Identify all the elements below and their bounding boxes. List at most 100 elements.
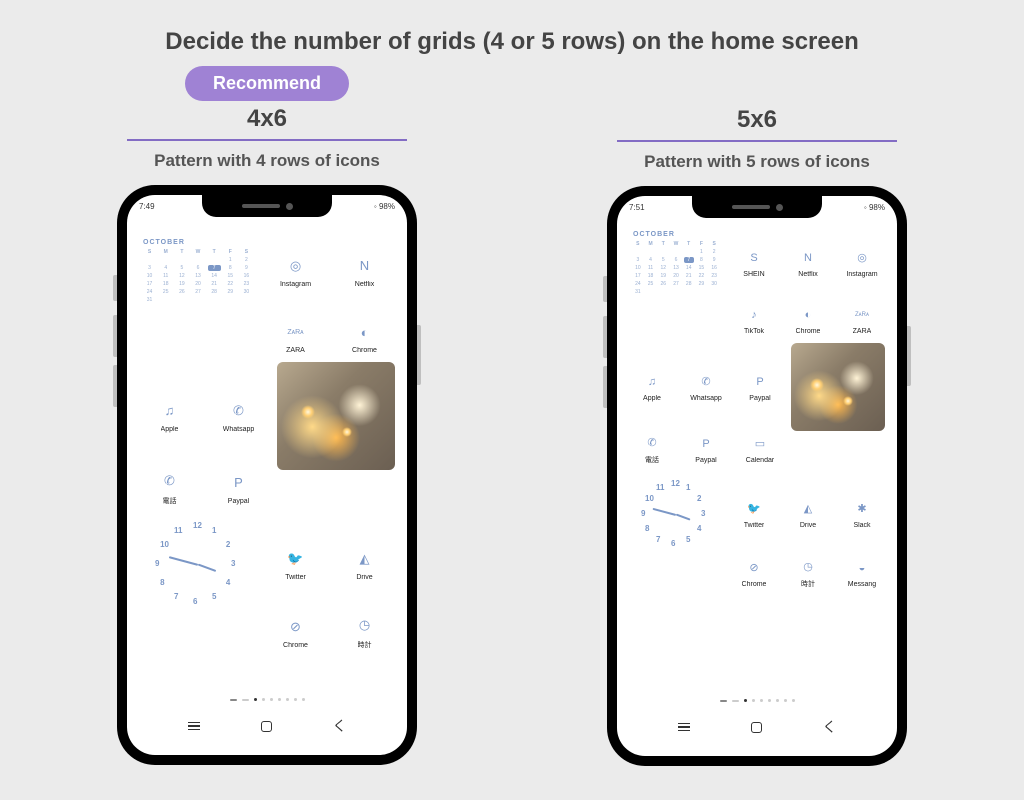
app-tiktok[interactable]: ♪TikTok <box>731 306 777 335</box>
paypal-icon: P <box>751 373 769 391</box>
power-button <box>417 325 421 385</box>
nav-back[interactable]: く <box>823 717 837 737</box>
app-twitter[interactable]: 🐦Twitter <box>731 473 777 555</box>
app-whatsapp[interactable]: ✆Whatsapp <box>208 362 269 470</box>
underline <box>617 140 897 142</box>
app-messenger[interactable]: ◒Messang <box>839 557 885 589</box>
app-whatsapp[interactable]: ✆Whatsapp <box>683 343 729 431</box>
app-instagram[interactable]: ◎Instagram <box>839 222 885 304</box>
app-calendar[interactable]: ▭Calendar <box>737 433 783 465</box>
nav-home[interactable] <box>751 722 762 733</box>
zara-icon: ZᴀRᴀ <box>285 321 307 343</box>
app-slack[interactable]: ✱Slack <box>839 473 885 555</box>
whatsapp-icon: ✆ <box>697 373 715 391</box>
volume-down <box>113 365 117 407</box>
page-indicator[interactable] <box>139 692 395 707</box>
clock-icon: ◷ <box>799 557 817 575</box>
app-clock[interactable]: ◷時計 <box>334 614 395 650</box>
phone-icon: ✆ <box>159 470 181 492</box>
app-apple-music[interactable]: ♫Apple <box>139 362 200 470</box>
slack-icon: ✱ <box>853 500 871 518</box>
nav-bar: く <box>617 708 897 752</box>
photo-widget[interactable] <box>791 343 885 431</box>
photo-widget[interactable] <box>277 362 395 470</box>
app-twitter[interactable]: 🐦Twitter <box>265 514 326 614</box>
app-zara[interactable]: ZᴀRᴀZARA <box>265 321 326 354</box>
instagram-icon: ◎ <box>853 249 871 267</box>
paypal-icon: P <box>697 435 715 453</box>
page-title: Decide the number of grids (4 or 5 rows)… <box>0 0 1024 66</box>
phone-mockup-4x6: 7:49 ◦ 98% OCTOBER SMTWTFS12345678910111… <box>117 185 417 765</box>
volume-up <box>113 315 117 357</box>
recommend-badge: Recommend <box>185 66 349 101</box>
page-indicator[interactable] <box>629 693 885 708</box>
app-netflix[interactable]: NNetflix <box>785 222 831 304</box>
side-button <box>113 275 117 301</box>
music-icon: ♫ <box>643 373 661 391</box>
app-instagram[interactable]: ◎Instagram <box>265 221 326 321</box>
underline <box>127 139 407 141</box>
home-content: OCTOBER SMTWTFS1234567891011121314151617… <box>127 217 407 707</box>
app-paypal2[interactable]: PPaypal <box>683 433 729 465</box>
calendar-icon: ▭ <box>751 435 769 453</box>
col-5x6: 5x6 Pattern with 5 rows of icons 7:51 ◦ … <box>587 66 927 766</box>
nav-back[interactable]: く <box>333 716 347 736</box>
comparison-columns: Recommend 4x6 Pattern with 4 rows of ico… <box>0 66 1024 766</box>
nav-recents[interactable] <box>678 723 690 732</box>
app-zara[interactable]: ZᴀRᴀZARA <box>839 306 885 335</box>
app-phone[interactable]: ✆電話 <box>139 470 200 506</box>
app-drive[interactable]: ◭Drive <box>334 514 395 614</box>
home-content: OCTOBER SMTWTFS1234567891011121314151617… <box>617 218 897 708</box>
pattern-desc-4x6: Pattern with 4 rows of icons <box>154 151 380 171</box>
volume-up <box>603 316 607 358</box>
nav-home[interactable] <box>261 721 272 732</box>
twitter-icon: 🐦 <box>285 548 307 570</box>
calendar-month: OCTOBER <box>633 231 719 238</box>
tiktok-icon: ♪ <box>745 306 763 324</box>
clock-widget[interactable]: 121234567891011 <box>629 473 723 555</box>
nav-bar: く <box>127 707 407 751</box>
pattern-desc-5x6: Pattern with 5 rows of icons <box>644 152 870 172</box>
status-time: 7:51 <box>629 203 645 212</box>
app-netflix[interactable]: NNetflix <box>334 221 395 321</box>
screen: 7:49 ◦ 98% OCTOBER SMTWTFS12345678910111… <box>127 195 407 755</box>
app-chrome2[interactable]: ⊘Chrome <box>265 614 326 650</box>
nav-recents[interactable] <box>188 722 200 731</box>
notch <box>202 195 332 217</box>
clock-icon: ◷ <box>354 614 376 636</box>
compass-icon: ⊘ <box>745 559 763 577</box>
app-drive[interactable]: ◭Drive <box>785 473 831 555</box>
chrome-icon: ◐ <box>799 306 817 324</box>
calendar-grid: SMTWTFS123456789101112131415161718192021… <box>633 241 719 295</box>
app-apple-music[interactable]: ♫Apple <box>629 343 675 431</box>
side-button <box>603 276 607 302</box>
app-phone[interactable]: ✆電話 <box>629 433 675 465</box>
netflix-icon: N <box>799 249 817 267</box>
app-paypal[interactable]: PPaypal <box>208 470 269 506</box>
grid-label-4x6: 4x6 <box>247 105 287 133</box>
drive-icon: ◭ <box>354 548 376 570</box>
status-time: 7:49 <box>139 202 155 211</box>
app-chrome[interactable]: ◐Chrome <box>785 306 831 335</box>
phone-icon: ✆ <box>643 433 661 451</box>
power-button <box>907 326 911 386</box>
messenger-icon: ◒ <box>853 559 871 577</box>
app-clock[interactable]: ◷時計 <box>785 557 831 589</box>
app-shein[interactable]: SSHEIN <box>731 222 777 304</box>
app-chrome[interactable]: ◐Chrome <box>334 321 395 354</box>
twitter-icon: 🐦 <box>745 500 763 518</box>
calendar-month: OCTOBER <box>143 239 253 246</box>
calendar-widget[interactable]: OCTOBER SMTWTFS1234567891011121314151617… <box>629 222 723 304</box>
shein-icon: S <box>745 249 763 267</box>
clock-widget[interactable]: 121234567891011 <box>139 514 257 614</box>
app-chrome2[interactable]: ⊘Chrome <box>731 557 777 589</box>
instagram-icon: ◎ <box>285 255 307 277</box>
calendar-widget[interactable]: OCTOBER SMTWTFS1234567891011121314151617… <box>139 221 257 321</box>
paypal-icon: P <box>228 472 250 494</box>
notch <box>692 196 822 218</box>
music-icon: ♫ <box>159 400 181 422</box>
status-battery: ◦ 98% <box>864 203 885 212</box>
app-paypal[interactable]: PPaypal <box>737 343 783 431</box>
volume-down <box>603 366 607 408</box>
screen: 7:51 ◦ 98% OCTOBER SMTWTFS12345678910111… <box>617 196 897 756</box>
